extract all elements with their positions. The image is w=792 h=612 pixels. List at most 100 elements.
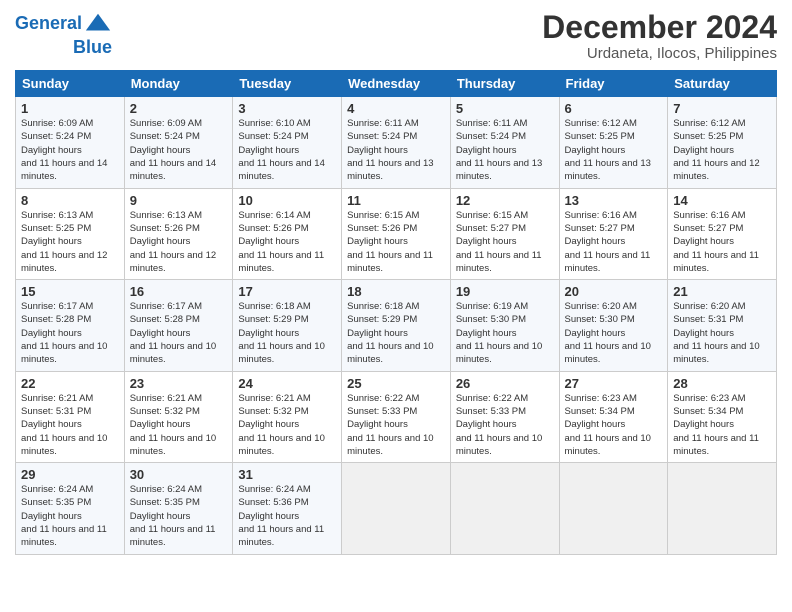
day-info: Sunrise: 6:20 AMSunset: 5:31 PMDaylight … <box>673 300 771 366</box>
calendar-cell: 19Sunrise: 6:19 AMSunset: 5:30 PMDayligh… <box>450 280 559 371</box>
calendar-cell: 12Sunrise: 6:15 AMSunset: 5:27 PMDayligh… <box>450 188 559 279</box>
day-number: 20 <box>565 284 663 299</box>
calendar-cell: 31Sunrise: 6:24 AMSunset: 5:36 PMDayligh… <box>233 463 342 554</box>
day-info: Sunrise: 6:23 AMSunset: 5:34 PMDaylight … <box>673 392 771 458</box>
day-info: Sunrise: 6:13 AMSunset: 5:26 PMDaylight … <box>130 209 228 275</box>
calendar-cell: 29Sunrise: 6:24 AMSunset: 5:35 PMDayligh… <box>16 463 125 554</box>
calendar-cell: 17Sunrise: 6:18 AMSunset: 5:29 PMDayligh… <box>233 280 342 371</box>
day-info: Sunrise: 6:21 AMSunset: 5:31 PMDaylight … <box>21 392 119 458</box>
day-number: 17 <box>238 284 336 299</box>
day-info: Sunrise: 6:09 AMSunset: 5:24 PMDaylight … <box>21 117 119 183</box>
day-number: 24 <box>238 376 336 391</box>
day-number: 10 <box>238 193 336 208</box>
calendar-cell: 11Sunrise: 6:15 AMSunset: 5:26 PMDayligh… <box>342 188 451 279</box>
col-saturday: Saturday <box>668 71 777 97</box>
calendar-cell: 3Sunrise: 6:10 AMSunset: 5:24 PMDaylight… <box>233 97 342 188</box>
day-info: Sunrise: 6:10 AMSunset: 5:24 PMDaylight … <box>238 117 336 183</box>
day-number: 8 <box>21 193 119 208</box>
calendar-cell: 21Sunrise: 6:20 AMSunset: 5:31 PMDayligh… <box>668 280 777 371</box>
col-sunday: Sunday <box>16 71 125 97</box>
calendar-cell: 30Sunrise: 6:24 AMSunset: 5:35 PMDayligh… <box>124 463 233 554</box>
calendar-table: Sunday Monday Tuesday Wednesday Thursday… <box>15 70 777 554</box>
calendar-cell: 26Sunrise: 6:22 AMSunset: 5:33 PMDayligh… <box>450 371 559 462</box>
day-number: 2 <box>130 101 228 116</box>
calendar-week-2: 8Sunrise: 6:13 AMSunset: 5:25 PMDaylight… <box>16 188 777 279</box>
logo-text2: Blue <box>73 38 112 58</box>
col-monday: Monday <box>124 71 233 97</box>
day-info: Sunrise: 6:14 AMSunset: 5:26 PMDaylight … <box>238 209 336 275</box>
day-number: 31 <box>238 467 336 482</box>
title-section: December 2024 Urdaneta, Ilocos, Philippi… <box>542 10 777 62</box>
day-number: 28 <box>673 376 771 391</box>
month-title: December 2024 <box>542 10 777 45</box>
day-number: 14 <box>673 193 771 208</box>
day-info: Sunrise: 6:13 AMSunset: 5:25 PMDaylight … <box>21 209 119 275</box>
day-info: Sunrise: 6:21 AMSunset: 5:32 PMDaylight … <box>130 392 228 458</box>
col-wednesday: Wednesday <box>342 71 451 97</box>
day-number: 6 <box>565 101 663 116</box>
day-number: 27 <box>565 376 663 391</box>
calendar-cell: 8Sunrise: 6:13 AMSunset: 5:25 PMDaylight… <box>16 188 125 279</box>
day-info: Sunrise: 6:22 AMSunset: 5:33 PMDaylight … <box>456 392 554 458</box>
calendar-week-5: 29 Sunrise: 6:24 AMSunset: 5:35 PMDayligh… <box>16 463 777 554</box>
calendar-cell: 7Sunrise: 6:12 AMSunset: 5:25 PMDaylight… <box>668 97 777 188</box>
day-info: Sunrise: 6:21 AMSunset: 5:32 PMDaylight … <box>238 392 336 458</box>
day-info: Sunrise: 6:11 AMSunset: 5:24 PMDaylight … <box>456 117 554 183</box>
day-info: Sunrise: 6:24 AMSunset: 5:36 PMDaylight … <box>238 483 336 549</box>
page: General Blue December 2024 Urdaneta, Ilo… <box>0 0 792 612</box>
calendar-cell: 14Sunrise: 6:16 AMSunset: 5:27 PMDayligh… <box>668 188 777 279</box>
calendar-week-4: 22Sunrise: 6:21 AMSunset: 5:31 PMDayligh… <box>16 371 777 462</box>
col-friday: Friday <box>559 71 668 97</box>
day-info: Sunrise: 6:22 AMSunset: 5:33 PMDaylight … <box>347 392 445 458</box>
day-number: 9 <box>130 193 228 208</box>
day-info: Sunrise: 6:12 AMSunset: 5:25 PMDaylight … <box>673 117 771 183</box>
day-info: Sunrise: 6:11 AMSunset: 5:24 PMDaylight … <box>347 117 445 183</box>
day-info: Sunrise: 6:16 AMSunset: 5:27 PMDaylight … <box>673 209 771 275</box>
calendar-cell: 27Sunrise: 6:23 AMSunset: 5:34 PMDayligh… <box>559 371 668 462</box>
location: Urdaneta, Ilocos, Philippines <box>542 45 777 62</box>
day-info: Sunrise: 6:12 AMSunset: 5:25 PMDaylight … <box>565 117 663 183</box>
day-info: Sunrise: 6:24 AMSunset: 5:35 PMDaylight … <box>130 483 228 549</box>
calendar-cell: 22Sunrise: 6:21 AMSunset: 5:31 PMDayligh… <box>16 371 125 462</box>
col-thursday: Thursday <box>450 71 559 97</box>
day-number: 29 <box>21 467 119 482</box>
day-info: Sunrise: 6:17 AMSunset: 5:28 PMDaylight … <box>130 300 228 366</box>
calendar-cell <box>450 463 559 554</box>
calendar-cell: 9Sunrise: 6:13 AMSunset: 5:26 PMDaylight… <box>124 188 233 279</box>
calendar-cell: 6Sunrise: 6:12 AMSunset: 5:25 PMDaylight… <box>559 97 668 188</box>
logo: General Blue <box>15 10 112 58</box>
day-info: Sunrise: 6:09 AMSunset: 5:24 PMDaylight … <box>130 117 228 183</box>
day-number: 15 <box>21 284 119 299</box>
calendar-cell: 24Sunrise: 6:21 AMSunset: 5:32 PMDayligh… <box>233 371 342 462</box>
header-row: Sunday Monday Tuesday Wednesday Thursday… <box>16 71 777 97</box>
day-number: 26 <box>456 376 554 391</box>
day-number: 30 <box>130 467 228 482</box>
calendar-cell: 13Sunrise: 6:16 AMSunset: 5:27 PMDayligh… <box>559 188 668 279</box>
day-number: 16 <box>130 284 228 299</box>
day-number: 13 <box>565 193 663 208</box>
day-number: 22 <box>21 376 119 391</box>
day-info: Sunrise: 6:19 AMSunset: 5:30 PMDaylight … <box>456 300 554 366</box>
day-number: 21 <box>673 284 771 299</box>
calendar-week-1: 1Sunrise: 6:09 AMSunset: 5:24 PMDaylight… <box>16 97 777 188</box>
calendar-cell: 5Sunrise: 6:11 AMSunset: 5:24 PMDaylight… <box>450 97 559 188</box>
day-number: 3 <box>238 101 336 116</box>
calendar-cell <box>342 463 451 554</box>
day-info: Sunrise: 6:16 AMSunset: 5:27 PMDaylight … <box>565 209 663 275</box>
logo-icon <box>84 10 112 38</box>
col-tuesday: Tuesday <box>233 71 342 97</box>
day-number: 11 <box>347 193 445 208</box>
day-number: 7 <box>673 101 771 116</box>
day-number: 23 <box>130 376 228 391</box>
day-number: 4 <box>347 101 445 116</box>
day-info: Sunrise: 6:15 AMSunset: 5:27 PMDaylight … <box>456 209 554 275</box>
calendar-cell: 4Sunrise: 6:11 AMSunset: 5:24 PMDaylight… <box>342 97 451 188</box>
header: General Blue December 2024 Urdaneta, Ilo… <box>15 10 777 62</box>
calendar-cell: 2Sunrise: 6:09 AMSunset: 5:24 PMDaylight… <box>124 97 233 188</box>
calendar-cell: 15Sunrise: 6:17 AMSunset: 5:28 PMDayligh… <box>16 280 125 371</box>
day-number: 5 <box>456 101 554 116</box>
calendar-cell: 10Sunrise: 6:14 AMSunset: 5:26 PMDayligh… <box>233 188 342 279</box>
calendar-cell: 20Sunrise: 6:20 AMSunset: 5:30 PMDayligh… <box>559 280 668 371</box>
calendar-cell: 28Sunrise: 6:23 AMSunset: 5:34 PMDayligh… <box>668 371 777 462</box>
calendar-cell: 1Sunrise: 6:09 AMSunset: 5:24 PMDaylight… <box>16 97 125 188</box>
